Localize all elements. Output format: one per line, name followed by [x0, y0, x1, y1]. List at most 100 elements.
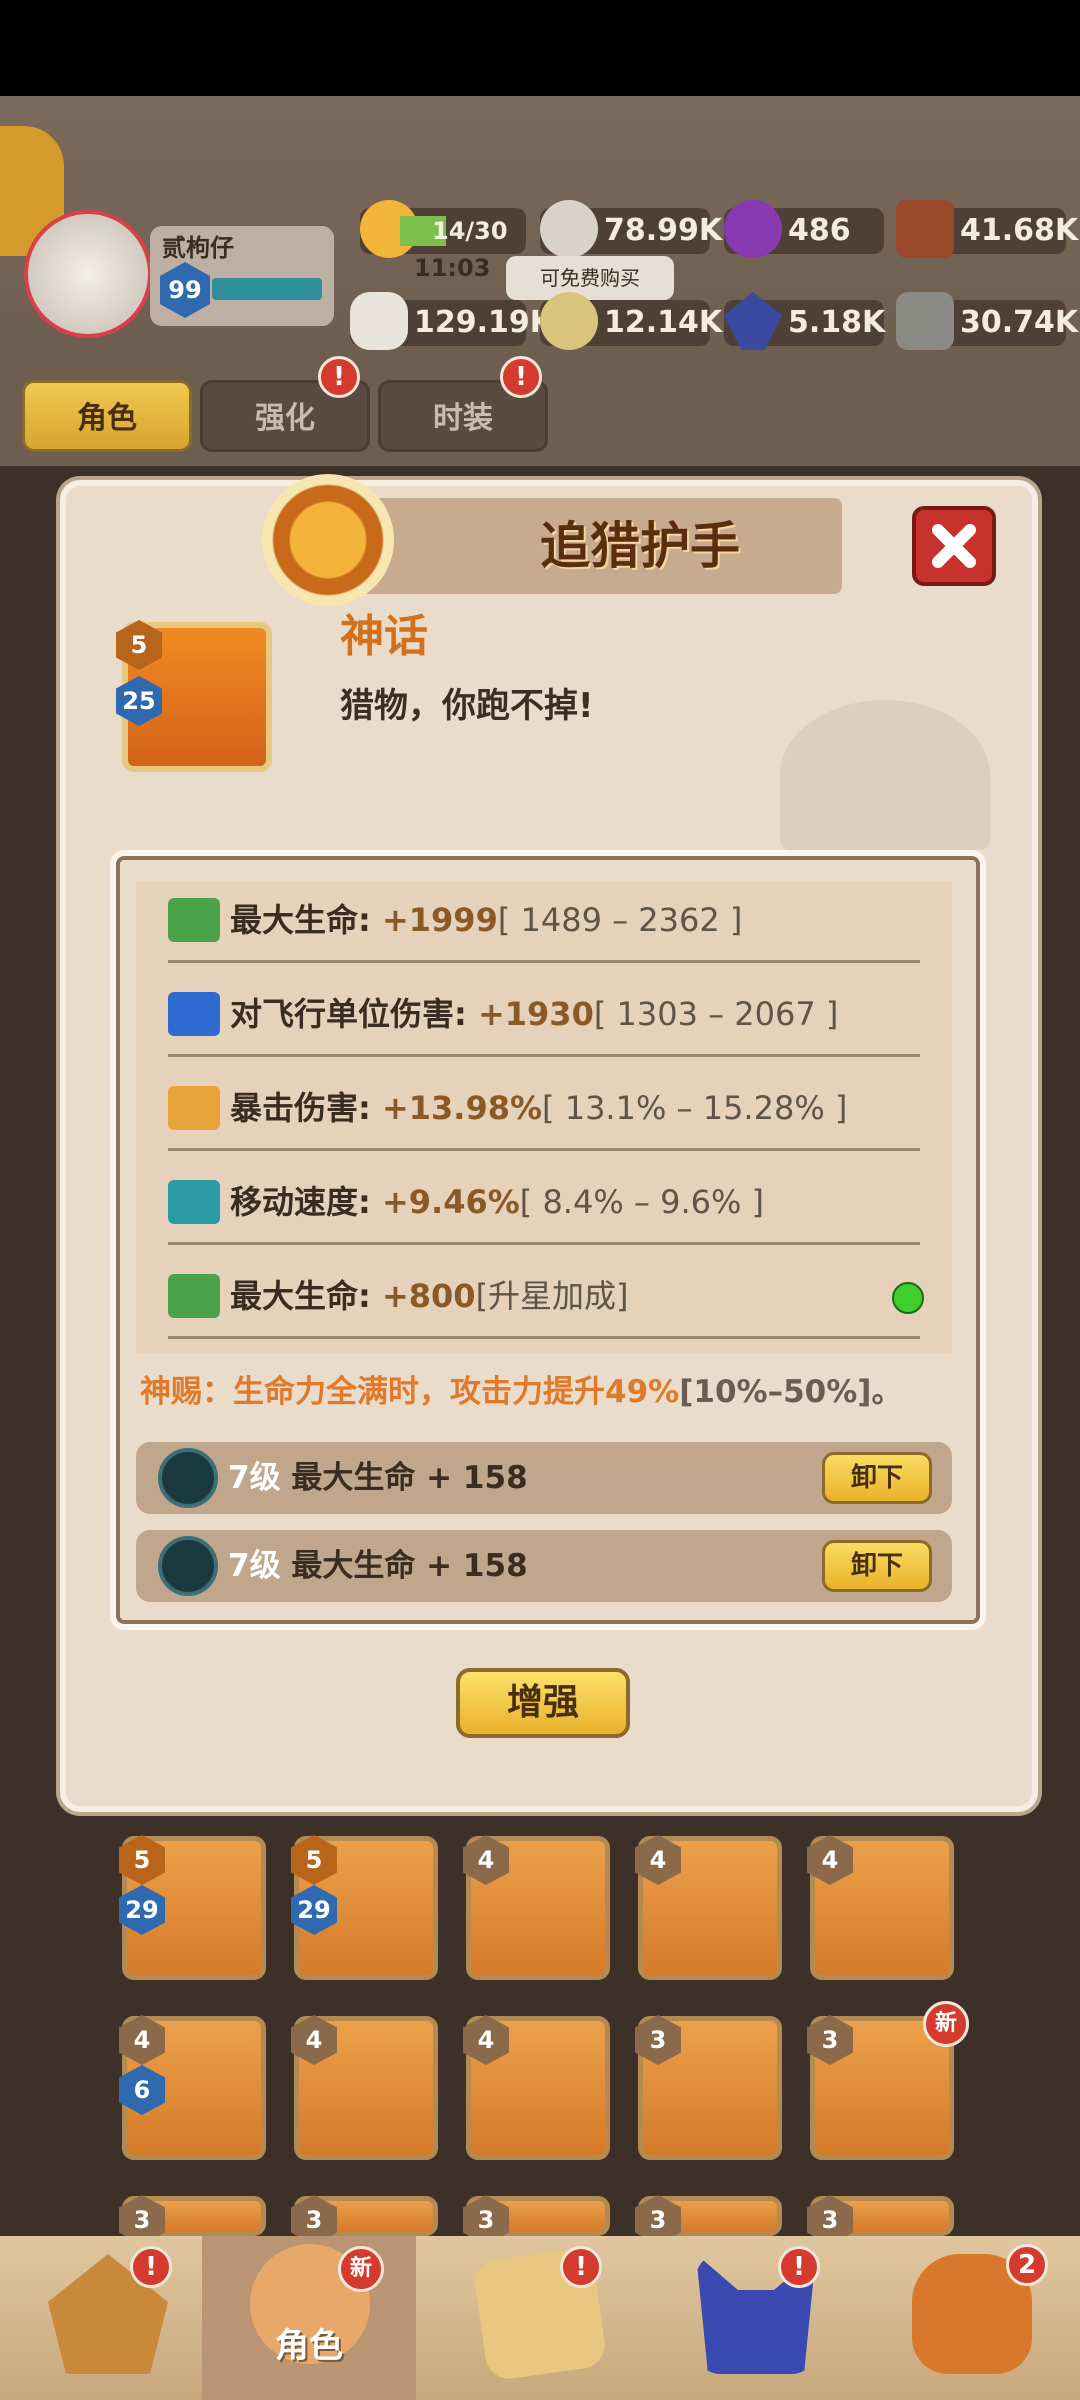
unequip-gem-button[interactable]: 卸下: [822, 1540, 932, 1592]
item-star-badge: 5: [291, 1835, 337, 1885]
tab-enhance-alert-badge: !: [318, 356, 360, 398]
inventory-item[interactable]: 4: [291, 2015, 438, 2160]
inventory-item[interactable]: 4: [635, 1835, 782, 1980]
inventory-item[interactable]: 4: [807, 1835, 954, 1980]
inventory-item[interactable]: 4: [463, 1835, 610, 1980]
stat-range: [ 8.4% – 9.6% ]: [519, 1183, 765, 1221]
stat-name: 移动速度:: [230, 1183, 371, 1221]
silver-coin-value: 78.99K: [604, 213, 723, 248]
divine-bonus-range: [10%–50%]。: [679, 1374, 903, 1410]
item-level-badge: 29: [119, 1885, 165, 1935]
item-star-badge: 3: [635, 2015, 681, 2065]
item-star-badge: 3: [807, 2015, 853, 2065]
stat-name: 暴击伤害:: [230, 1089, 371, 1127]
enhance-button[interactable]: 增强: [456, 1668, 630, 1738]
nav-battle[interactable]: !: [0, 2236, 216, 2400]
inventory-item[interactable]: 3: [291, 2195, 438, 2245]
item-star-badge: 4: [463, 2015, 509, 2065]
blue-crystal-icon: [724, 292, 782, 350]
player-name: 贰枸仔: [162, 234, 234, 262]
stat-row-max-hp: 最大生命: +1999[ 1489 – 2362 ]: [168, 880, 920, 963]
inventory-item[interactable]: 3: [635, 2015, 782, 2160]
inventory-item[interactable]: 3: [807, 2195, 954, 2245]
nav-bag[interactable]: 2: [864, 2236, 1080, 2400]
stat-name: 最大生命:: [230, 1277, 371, 1315]
nav-new-badge: 新: [338, 2246, 384, 2292]
unequip-gem-button[interactable]: 卸下: [822, 1452, 932, 1504]
stat-row-move-speed: 移动速度: +9.46%[ 8.4% – 9.6% ]: [168, 1162, 920, 1245]
free-buy-tooltip: 可免费购买: [506, 256, 674, 300]
purple-gem-resource[interactable]: 486: [724, 200, 884, 258]
close-button[interactable]: [912, 506, 996, 586]
stat-name: 最大生命:: [230, 901, 371, 939]
bone-icon: [350, 292, 408, 350]
exp-bar: [212, 278, 322, 300]
close-icon: [932, 524, 976, 568]
blue-crystal-resource[interactable]: 5.18K: [724, 292, 886, 350]
stamina-timer: 11:03: [414, 254, 491, 282]
item-star-badge: 4: [635, 1835, 681, 1885]
item-star-badge: 4: [463, 1835, 509, 1885]
system-status-bar: [0, 0, 1080, 96]
divine-bonus-desc: 神赐：生命力全满时，攻击力提升49%: [140, 1374, 680, 1410]
new-item-badge: 新: [923, 2001, 969, 2047]
stat-value: +13.98%: [370, 1089, 543, 1127]
blue-crystal-value: 5.18K: [788, 305, 886, 340]
inventory-item[interactable]: 3新: [807, 2001, 969, 2160]
stat-range: [ 1489 – 2362 ]: [497, 901, 743, 939]
gold-coin-resource[interactable]: 12.14K: [540, 292, 722, 350]
wood-resource[interactable]: 41.68K: [896, 200, 1078, 258]
boot-speed-icon: [168, 1180, 220, 1224]
inventory-item[interactable]: 46: [119, 2015, 266, 2160]
purple-gem-icon: [724, 200, 782, 258]
inventory-item[interactable]: 4: [463, 2015, 610, 2160]
inventory-item[interactable]: 3: [463, 2195, 610, 2245]
avatar[interactable]: [24, 210, 152, 338]
tab-character[interactable]: 角色: [22, 380, 192, 452]
gem-level: 7级: [228, 1548, 281, 1584]
nav-map[interactable]: !: [432, 2236, 648, 2400]
item-description: 猎物，你跑不掉!: [340, 686, 594, 726]
bone-value: 129.19K: [414, 305, 554, 340]
inventory-item[interactable]: 3: [635, 2195, 782, 2245]
bat-icon: [168, 992, 220, 1036]
gem-slot: 7级 最大生命 + 158 卸下: [136, 1530, 952, 1602]
heart-icon: [168, 1274, 220, 1318]
silver-coin-resource[interactable]: 78.99K: [540, 200, 722, 258]
inventory-item[interactable]: 3: [119, 2195, 266, 2245]
wood-value: 41.68K: [960, 213, 1079, 248]
active-indicator-icon: [892, 1282, 924, 1314]
stat-value: +1999: [370, 901, 498, 939]
bone-resource[interactable]: 129.19K: [350, 292, 553, 350]
gem-effect: 最大生命 + 158: [291, 1460, 528, 1496]
nav-pet[interactable]: !: [648, 2236, 864, 2400]
ore-value: 30.74K: [960, 305, 1079, 340]
gem-level: 7级: [228, 1460, 281, 1496]
heart-icon: [168, 898, 220, 942]
item-star-badge: 4: [807, 1835, 853, 1885]
tab-costume-alert-badge: !: [500, 356, 542, 398]
stamina-resource[interactable]: 14/30: [360, 200, 526, 258]
purple-gem-value: 486: [788, 213, 851, 248]
gem-effect: 最大生命 + 158: [291, 1548, 528, 1584]
stat-range: [升星加成]: [475, 1277, 629, 1315]
nav-alert-badge: !: [778, 2246, 820, 2288]
item-level-badge: 6: [119, 2065, 165, 2115]
ore-icon: [896, 292, 954, 350]
stat-row-flying-damage: 对飞行单位伤害: +1930[ 1303 – 2067 ]: [168, 974, 920, 1057]
gold-coin-icon: [540, 292, 598, 350]
nav-alert-badge: !: [130, 2246, 172, 2288]
stat-range: [ 1303 – 2067 ]: [593, 995, 839, 1033]
item-level-badge: 29: [291, 1885, 337, 1935]
ore-resource[interactable]: 30.74K: [896, 292, 1078, 350]
inventory-item[interactable]: 5 29: [119, 1835, 266, 1980]
nav-alert-badge: !: [560, 2246, 602, 2288]
mythic-medal-icon: [262, 474, 394, 606]
stat-row-star-bonus-hp: 最大生命: +800[升星加成]: [168, 1256, 924, 1339]
nav-active-label: 角色: [275, 2326, 343, 2366]
inventory-item[interactable]: 5 29: [291, 1835, 438, 1980]
gold-coin-value: 12.14K: [604, 305, 723, 340]
stat-row-crit-damage: 暴击伤害: +13.98%[ 13.1% – 15.28% ]: [168, 1068, 920, 1151]
stat-value: +9.46%: [370, 1183, 520, 1221]
decorative-stain: [780, 700, 990, 850]
